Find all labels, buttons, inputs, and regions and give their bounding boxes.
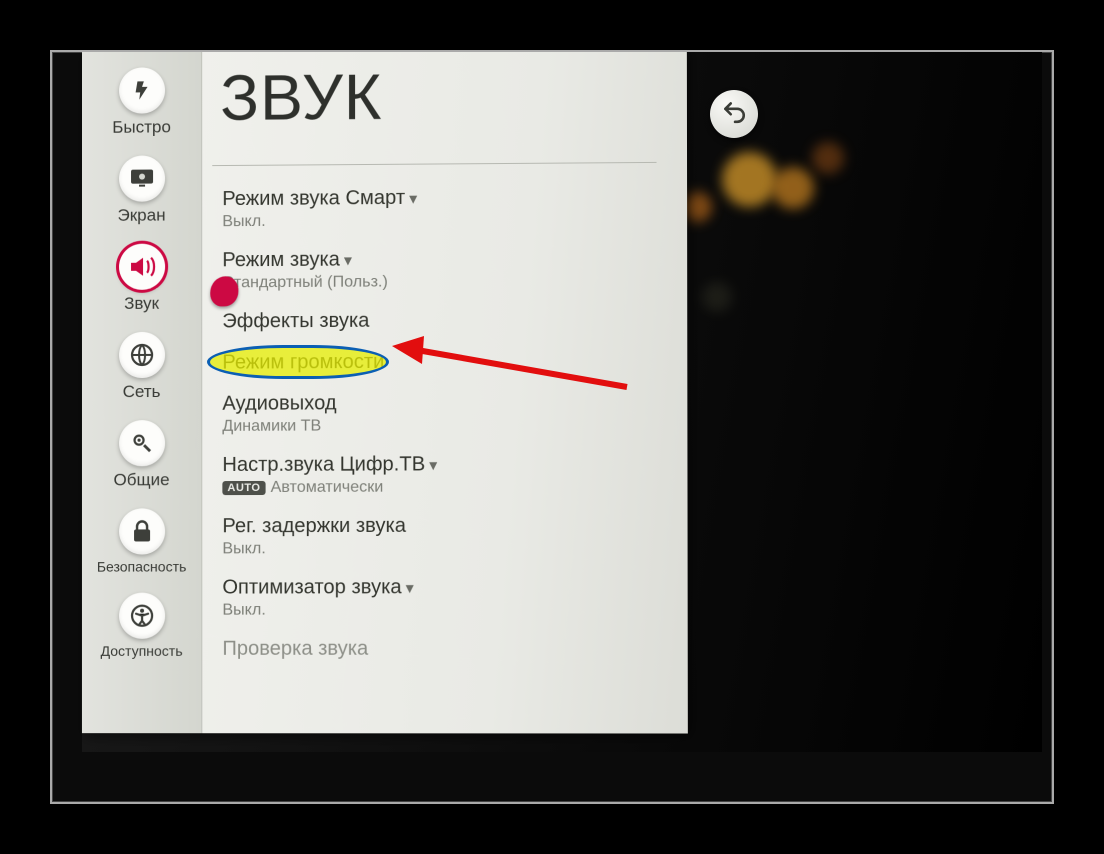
bokeh-light (812, 142, 844, 174)
chevron-down-icon: ▾ (429, 457, 437, 474)
setting-smart-sound-mode[interactable]: Режим звука Смарт▾ Выкл. (222, 185, 656, 231)
globe-icon (119, 332, 165, 378)
setting-value: Стандартный (Польз.) (222, 272, 656, 293)
rail-item-quick[interactable]: Быстро (82, 61, 201, 150)
page-title: ЗВУК (220, 57, 656, 135)
setting-title: Режим звука Смарт▾ (222, 185, 656, 211)
rail-item-general[interactable]: Общие (82, 414, 201, 503)
setting-title: Режим звука▾ (222, 247, 656, 273)
setting-value: Выкл. (222, 539, 657, 558)
rail-label: Сеть (82, 382, 201, 403)
cursor-pointer-icon (210, 276, 238, 306)
lock-icon (119, 508, 165, 554)
setting-digital-tv-sound[interactable]: Настр.звука Цифр.ТВ▾ AUTOАвтоматически (222, 453, 657, 498)
gear-icon (119, 420, 165, 466)
setting-value: Динамики ТВ (222, 416, 657, 436)
back-icon (721, 98, 747, 131)
setting-sound-test[interactable]: Проверка звука (222, 637, 657, 660)
auto-badge: AUTO (222, 481, 265, 495)
bokeh-light (772, 167, 814, 209)
chevron-down-icon: ▾ (344, 252, 352, 269)
setting-title: Рег. задержки звука (222, 514, 657, 538)
tv-screen: Быстро Экран Звук (82, 52, 1042, 752)
category-rail: Быстро Экран Звук (82, 51, 202, 733)
setting-title: Эффекты звука (222, 308, 656, 333)
rail-label: Быстро (82, 117, 201, 138)
photo-frame: Быстро Экран Звук (50, 50, 1054, 804)
bokeh-light (702, 282, 732, 312)
rail-label: Безопасность (82, 558, 201, 574)
chevron-down-icon: ▾ (409, 191, 417, 208)
annotation-highlight (207, 345, 389, 379)
divider (212, 162, 656, 166)
setting-value: Выкл. (222, 210, 656, 231)
setting-title: Оптимизатор звука▾ (222, 576, 657, 600)
back-button[interactable] (710, 90, 758, 138)
setting-title: Настр.звука Цифр.ТВ▾ (222, 453, 657, 477)
rail-item-display[interactable]: Экран (82, 149, 201, 238)
rail-label: Экран (82, 205, 201, 226)
setting-sound-mode[interactable]: Режим звука▾ Стандартный (Польз.) (222, 247, 656, 293)
bolt-icon (119, 67, 165, 113)
rail-item-network[interactable]: Сеть (82, 326, 201, 415)
setting-value: AUTOАвтоматически (222, 478, 657, 497)
display-icon (119, 155, 165, 201)
speaker-icon (119, 244, 165, 290)
rail-item-security[interactable]: Безопасность (82, 502, 201, 587)
chevron-down-icon: ▾ (406, 580, 414, 597)
rail-label: Доступность (82, 643, 201, 659)
rail-label: Звук (82, 293, 201, 314)
setting-sound-delay[interactable]: Рег. задержки звука Выкл. (222, 514, 657, 558)
setting-sound-effects[interactable]: Эффекты звука (222, 308, 656, 333)
rail-item-sound[interactable]: Звук (82, 237, 201, 326)
annotation-arrow-icon (382, 332, 642, 402)
setting-value: Выкл. (222, 601, 657, 620)
rail-label: Общие (82, 470, 201, 490)
accessibility-icon (119, 593, 165, 639)
rail-item-accessibility[interactable]: Доступность (82, 587, 201, 671)
bokeh-light (722, 152, 777, 207)
setting-sound-optimizer[interactable]: Оптимизатор звука▾ Выкл. (222, 576, 657, 620)
setting-title: Проверка звука (222, 637, 657, 660)
